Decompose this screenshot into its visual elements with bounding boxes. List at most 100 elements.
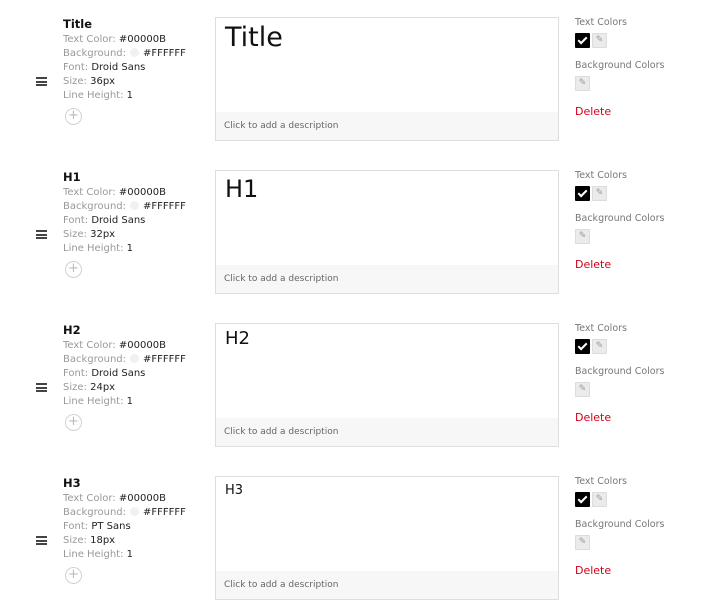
- style-row-h2: H2 Text Color: #00000B Background: #FFFFF…: [0, 323, 702, 476]
- pencil-icon[interactable]: ✎: [575, 382, 590, 397]
- line-height-label: Line Height:: [63, 243, 124, 254]
- add-icon[interactable]: +: [65, 414, 82, 431]
- delete-button[interactable]: Delete: [575, 105, 611, 118]
- pencil-icon[interactable]: ✎: [592, 33, 607, 48]
- line-height-value: 1: [126, 549, 134, 560]
- background-colors-label: Background Colors: [575, 60, 665, 71]
- style-meta: Title Text Color: #00000B Background: #FF…: [63, 17, 208, 103]
- font-value: Droid Sans: [91, 368, 146, 379]
- line-height-value: 1: [126, 396, 134, 407]
- description-field[interactable]: Click to add a description: [216, 418, 558, 446]
- style-preview[interactable]: Title Click to add a description: [215, 17, 559, 141]
- style-preview[interactable]: H2 Click to add a description: [215, 323, 559, 447]
- style-meta: H3 Text Color: #00000B Background: #FFFFF…: [63, 476, 208, 562]
- text-colors-label: Text Colors: [575, 170, 627, 181]
- style-name: Title: [63, 17, 93, 31]
- style-name: H3: [63, 476, 81, 490]
- size-value: 36px: [90, 76, 116, 87]
- description-field[interactable]: Click to add a description: [216, 112, 558, 140]
- pencil-icon[interactable]: ✎: [575, 76, 590, 91]
- text-color-chip-selected[interactable]: [575, 186, 590, 201]
- add-icon[interactable]: +: [65, 108, 82, 125]
- background-value: #FFFFFF: [143, 354, 186, 365]
- text-color-value: #00000B: [118, 340, 166, 351]
- size-label: Size:: [63, 382, 87, 393]
- size-value: 32px: [90, 229, 116, 240]
- pencil-icon[interactable]: ✎: [575, 535, 590, 550]
- delete-button[interactable]: Delete: [575, 411, 611, 424]
- delete-button[interactable]: Delete: [575, 564, 611, 577]
- drag-handle-icon[interactable]: [36, 77, 47, 86]
- text-colors-label: Text Colors: [575, 17, 627, 28]
- background-swatch: [130, 201, 140, 210]
- font-label: Font:: [63, 521, 89, 532]
- preview-sample-text: H1: [225, 175, 259, 203]
- text-color-label: Text Color:: [63, 340, 116, 351]
- pencil-icon[interactable]: ✎: [592, 339, 607, 354]
- text-color-label: Text Color:: [63, 493, 116, 504]
- add-icon[interactable]: +: [65, 567, 82, 584]
- style-row-title: Title Text Color: #00000B Background: #FF…: [0, 17, 702, 170]
- color-panel: Text Colors ✎ Background Colors ✎ Delete: [575, 17, 695, 118]
- color-panel: Text Colors ✎ Background Colors ✎ Delete: [575, 476, 695, 577]
- line-height-value: 1: [126, 243, 134, 254]
- line-height-label: Line Height:: [63, 549, 124, 560]
- background-colors-label: Background Colors: [575, 519, 665, 530]
- text-color-chip-selected[interactable]: [575, 339, 590, 354]
- text-color-chip-selected[interactable]: [575, 33, 590, 48]
- background-swatch: [130, 507, 140, 516]
- style-row-h1: H1 Text Color: #00000B Background: #FFFFF…: [0, 170, 702, 323]
- font-label: Font:: [63, 215, 89, 226]
- background-label: Background:: [63, 507, 127, 518]
- text-color-label: Text Color:: [63, 34, 116, 45]
- style-preview[interactable]: H3 Click to add a description: [215, 476, 559, 600]
- font-label: Font:: [63, 62, 89, 73]
- text-colors-label: Text Colors: [575, 476, 627, 487]
- pencil-icon[interactable]: ✎: [592, 186, 607, 201]
- pencil-icon[interactable]: ✎: [592, 492, 607, 507]
- drag-handle-icon[interactable]: [36, 536, 47, 545]
- description-field[interactable]: Click to add a description: [216, 571, 558, 599]
- drag-handle-icon[interactable]: [36, 230, 47, 239]
- color-panel: Text Colors ✎ Background Colors ✎ Delete: [575, 170, 695, 271]
- background-label: Background:: [63, 354, 127, 365]
- font-value: Droid Sans: [91, 62, 146, 73]
- background-value: #FFFFFF: [143, 48, 186, 59]
- add-icon[interactable]: +: [65, 261, 82, 278]
- background-colors-label: Background Colors: [575, 366, 665, 377]
- pencil-icon[interactable]: ✎: [575, 229, 590, 244]
- text-color-value: #00000B: [118, 34, 166, 45]
- style-name: H1: [63, 170, 81, 184]
- font-value: Droid Sans: [91, 215, 146, 226]
- text-colors-label: Text Colors: [575, 323, 627, 334]
- description-field[interactable]: Click to add a description: [216, 265, 558, 293]
- text-color-label: Text Color:: [63, 187, 116, 198]
- size-label: Size:: [63, 535, 87, 546]
- text-color-value: #00000B: [118, 493, 166, 504]
- delete-button[interactable]: Delete: [575, 258, 611, 271]
- color-panel: Text Colors ✎ Background Colors ✎ Delete: [575, 323, 695, 424]
- line-height-value: 1: [126, 90, 134, 101]
- background-value: #FFFFFF: [143, 507, 186, 518]
- background-value: #FFFFFF: [143, 201, 186, 212]
- text-color-value: #00000B: [118, 187, 166, 198]
- style-preview[interactable]: H1 Click to add a description: [215, 170, 559, 294]
- background-label: Background:: [63, 48, 127, 59]
- background-swatch: [130, 48, 140, 57]
- style-row-h3: H3 Text Color: #00000B Background: #FFFFF…: [0, 476, 702, 614]
- size-label: Size:: [63, 76, 87, 87]
- style-meta: H1 Text Color: #00000B Background: #FFFFF…: [63, 170, 208, 256]
- line-height-label: Line Height:: [63, 396, 124, 407]
- drag-handle-icon[interactable]: [36, 383, 47, 392]
- size-value: 18px: [90, 535, 116, 546]
- text-color-chip-selected[interactable]: [575, 492, 590, 507]
- preview-sample-text: H2: [225, 328, 250, 349]
- background-colors-label: Background Colors: [575, 213, 665, 224]
- background-label: Background:: [63, 201, 127, 212]
- font-label: Font:: [63, 368, 89, 379]
- font-value: PT Sans: [91, 521, 131, 532]
- size-label: Size:: [63, 229, 87, 240]
- style-meta: H2 Text Color: #00000B Background: #FFFFF…: [63, 323, 208, 409]
- preview-sample-text: Title: [225, 22, 283, 53]
- style-name: H2: [63, 323, 81, 337]
